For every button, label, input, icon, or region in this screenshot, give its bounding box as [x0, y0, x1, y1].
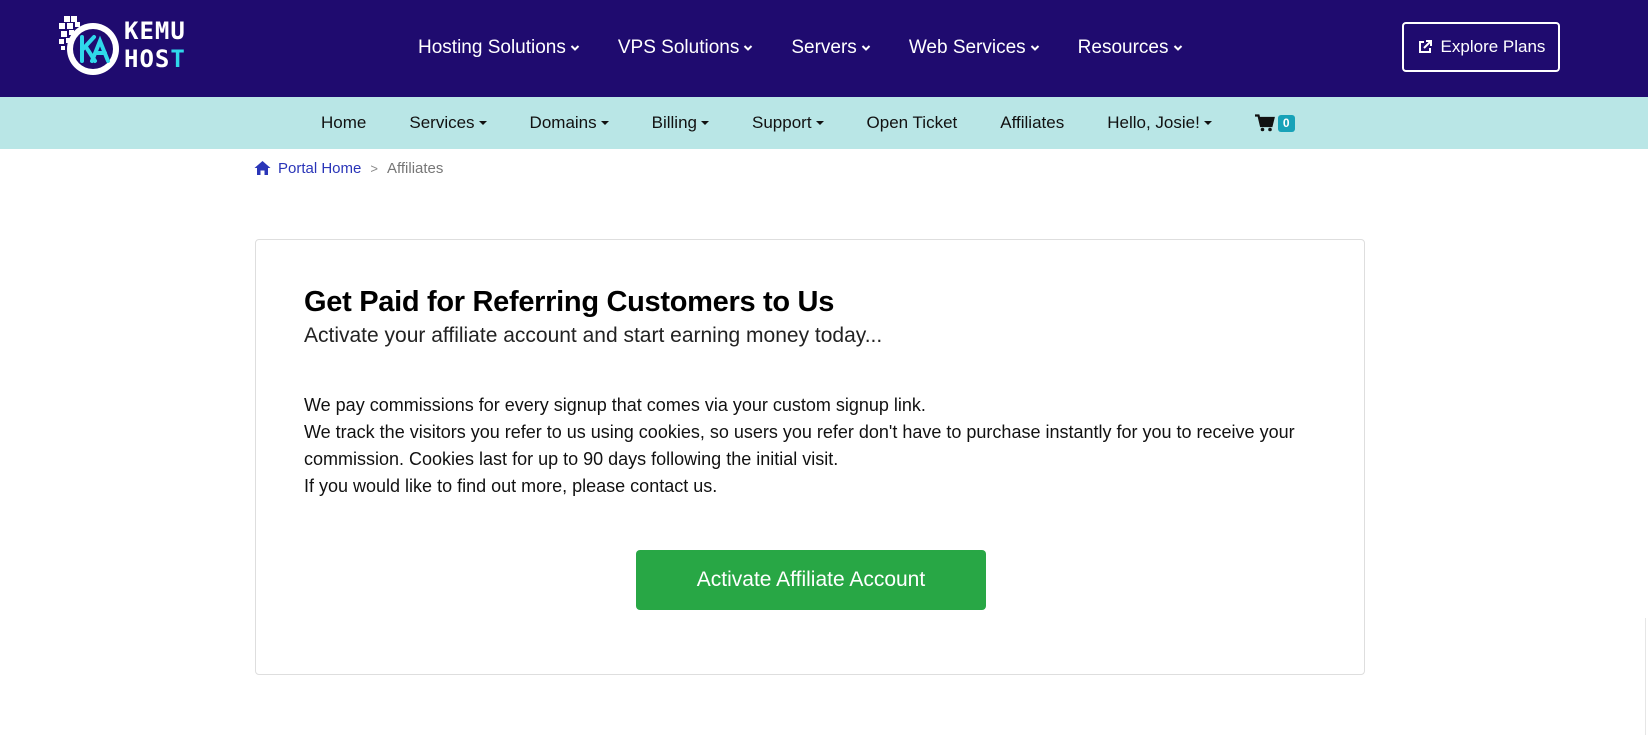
subnav-label: Domains — [529, 113, 597, 132]
top-header: KEMU HOST Hosting Solutions VPS Solution… — [0, 0, 1648, 97]
explore-plans-button[interactable]: Explore Plans — [1402, 22, 1560, 72]
subnav-user-menu[interactable]: Hello, Josie! — [1107, 113, 1212, 133]
caret-down-icon — [1203, 121, 1212, 125]
brand-line-1: KEMU — [124, 17, 186, 45]
breadcrumb-separator: > — [370, 160, 378, 176]
caret-down-icon — [478, 121, 487, 125]
chevron-down-icon — [570, 43, 580, 53]
explore-plans-label: Explore Plans — [1440, 37, 1546, 56]
nav-label: VPS Solutions — [617, 37, 740, 58]
chevron-down-icon — [1173, 43, 1183, 53]
nav-resources[interactable]: Resources — [1078, 37, 1183, 59]
affiliate-description: We pay commissions for every signup that… — [304, 392, 1314, 500]
description-paragraph: We track the visitors you refer to us us… — [304, 422, 1295, 469]
subnav-label: Open Ticket — [866, 113, 958, 132]
chevron-down-icon — [743, 43, 753, 53]
nav-hosting-solutions[interactable]: Hosting Solutions — [418, 37, 580, 59]
subnav-home[interactable]: Home — [321, 113, 366, 133]
brand-logo[interactable]: KEMU HOST — [58, 15, 208, 79]
nav-label: Resources — [1077, 37, 1169, 58]
main-nav: Hosting Solutions VPS Solutions Servers … — [418, 30, 1221, 66]
activate-affiliate-account-button[interactable]: Activate Affiliate Account — [636, 550, 986, 610]
subnav-services[interactable]: Services — [409, 113, 487, 133]
brand-line-2-main: HOS — [124, 45, 171, 73]
subnav-label: Affiliates — [1000, 113, 1065, 132]
kh-monogram-icon — [58, 15, 122, 79]
caret-down-icon — [815, 121, 824, 125]
subnav-label: Services — [409, 113, 475, 132]
caret-down-icon — [701, 121, 709, 125]
nav-servers[interactable]: Servers — [791, 37, 871, 59]
shopping-cart-icon — [1254, 114, 1275, 132]
nav-label: Servers — [791, 37, 857, 58]
client-area-nav: Home Services Domains Billing Support Op… — [0, 97, 1648, 149]
page-title: Get Paid for Referring Customers to Us — [304, 286, 835, 318]
nav-vps-solutions[interactable]: VPS Solutions — [618, 37, 753, 59]
page-subtitle: Activate your affiliate account and star… — [304, 324, 883, 347]
chevron-down-icon — [861, 43, 871, 53]
nav-label: Web Services — [908, 37, 1026, 58]
breadcrumb-current: Affiliates — [386, 159, 444, 177]
brand-line-2-accent: T — [170, 45, 186, 73]
subnav-label: Hello, Josie! — [1107, 113, 1200, 132]
description-paragraph: If you would like to find out more, plea… — [304, 476, 718, 496]
subnav-affiliates[interactable]: Affiliates — [1000, 113, 1064, 133]
nav-web-services[interactable]: Web Services — [909, 37, 1040, 59]
caret-down-icon — [600, 121, 609, 125]
cart-count-badge: 0 — [1277, 114, 1295, 132]
external-link-icon — [1417, 39, 1433, 55]
chevron-down-icon — [1030, 43, 1040, 53]
subnav-label: Home — [321, 113, 367, 132]
subnav-billing[interactable]: Billing — [652, 113, 709, 133]
brand-line-2: HOST — [124, 45, 186, 73]
breadcrumb: Portal Home > Affiliates — [254, 158, 443, 178]
subnav-label: Billing — [651, 113, 697, 132]
description-paragraph: We pay commissions for every signup that… — [304, 395, 926, 415]
breadcrumb-portal-home[interactable]: Portal Home — [278, 160, 361, 177]
home-icon — [254, 160, 271, 176]
subnav-domains[interactable]: Domains — [530, 113, 609, 133]
cart-button[interactable]: 0 — [1254, 114, 1295, 132]
nav-label: Hosting Solutions — [418, 37, 566, 58]
subnav-open-ticket[interactable]: Open Ticket — [867, 113, 958, 133]
subnav-support[interactable]: Support — [752, 113, 824, 133]
brand-wordmark: KEMU HOST — [124, 17, 186, 73]
subnav-label: Support — [752, 113, 812, 132]
affiliate-signup-card: Get Paid for Referring Customers to Us A… — [255, 239, 1365, 675]
